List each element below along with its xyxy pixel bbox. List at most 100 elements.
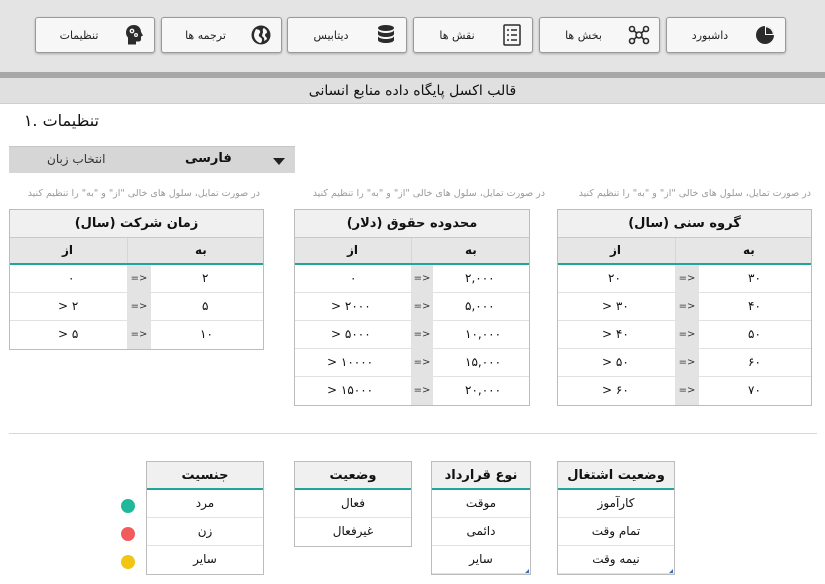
to-cell[interactable]: ۱۰,۰۰۰ [465,327,501,341]
table-title: وضعیت اشتغال [558,462,674,490]
section-title: تنظیمات .۱ [23,111,99,130]
list-item[interactable]: تمام وقت [558,518,674,546]
nav-button-sections[interactable]: بخش ها [539,17,660,53]
list-item[interactable]: نیمه وقت [558,546,674,574]
list-item[interactable]: سایر [432,546,530,574]
resize-handle-icon[interactable] [669,569,673,573]
dropdown-arrow-icon[interactable] [273,158,285,165]
checklist-icon [500,23,524,47]
female-color-dot [121,527,135,541]
to-cell[interactable]: ۴۰ [748,299,761,313]
from-cell[interactable]: > ۵۰۰۰ [331,327,371,341]
from-cell[interactable]: > ۱۰۰۰۰ [327,355,373,369]
language-value[interactable]: فارسی [185,151,232,166]
section-divider [9,433,817,434]
table-title: جنسیت [147,462,263,490]
to-cell[interactable]: ۲۰,۰۰۰ [465,383,501,397]
table-title: نوع قرارداد [432,462,530,490]
head-gears-icon [122,23,146,47]
from-cell[interactable]: ۰ [68,271,74,285]
list-item[interactable]: کارآموز [558,490,674,518]
nav-button-roles[interactable]: نقش ها [413,17,533,53]
table-title: محدوده حقوق (دلار) [295,210,529,238]
list-item[interactable]: موقت [432,490,530,518]
page-title: قالب اکسل پایگاه داده منابع انسانی [0,78,825,104]
to-cell[interactable]: ۲,۰۰۰ [465,271,495,285]
nav-button-label: بخش ها [565,28,602,42]
to-cell[interactable]: ۵۰ [748,327,761,341]
table-row: ۳۰ => ۲۰ [558,265,811,293]
database-icon [374,23,398,47]
table-row: ۵ => > ۲ [10,293,263,321]
pie-chart-icon [753,23,777,47]
gender-table: جنسیت مرد زن سایر [146,461,264,575]
top-navbar: داشبورد بخش ها نقش ها دیتابیس ترجمه ها ت… [0,0,825,72]
list-item[interactable]: زن [147,518,263,546]
to-cell[interactable]: ۶۰ [748,355,761,369]
from-cell[interactable]: ۰ [350,271,356,285]
from-cell[interactable]: > ۳۰ [602,299,629,313]
list-item[interactable]: سایر [147,546,263,574]
table-row: ۶۰ => > ۵۰ [558,349,811,377]
table-title: گروه سنی (سال) [558,210,811,238]
table-row: ۱۰ => > ۵ [10,321,263,349]
from-cell[interactable]: > ۶۰ [602,383,629,397]
from-header: از [347,243,359,257]
nav-button-label: تنظیمات [59,28,99,42]
from-cell[interactable]: > ۵ [58,327,78,341]
to-cell[interactable]: ۵ [202,299,208,313]
operator-cell: => [127,293,151,320]
app-root: داشبورد بخش ها نقش ها دیتابیس ترجمه ها ت… [0,0,825,584]
operator-cell: => [675,321,699,348]
table-row: ۲ => ۰ [10,265,263,293]
from-cell[interactable]: ۲۰ [608,271,621,285]
nav-button-label: داشبورد [691,28,729,42]
table-row: ۵,۰۰۰ => > ۲۰۰۰ [295,293,529,321]
from-cell[interactable]: > ۱۵۰۰۰ [327,383,373,397]
age-table-note: در صورت تمایل، سلول های خالی "از" و "به"… [578,188,811,199]
operator-cell: => [127,321,151,349]
table-row: ۴۰ => > ۳۰ [558,293,811,321]
table-title: وضعیت [295,462,411,490]
to-cell[interactable]: ۷۰ [748,383,761,397]
table-subheader: به از [558,238,811,265]
list-item[interactable]: غیرفعال [295,518,411,546]
operator-cell: => [127,265,151,292]
table-subheader: به از [10,238,263,265]
contract-type-table: نوع قرارداد موقت دائمی سایر [431,461,531,575]
operator-cell: => [675,293,699,320]
other-color-dot [121,555,135,569]
salary-range-table: محدوده حقوق (دلار) به از ۲,۰۰۰ => ۰ ۵,۰۰… [294,209,530,406]
to-cell[interactable]: ۵,۰۰۰ [465,299,495,313]
nav-button-database[interactable]: دیتابیس [287,17,407,53]
language-selector[interactable]: انتخاب زبان فارسی [9,146,295,173]
operator-cell: => [411,349,433,376]
to-header: به [743,243,755,257]
to-cell[interactable]: ۲ [202,271,208,285]
nav-button-translations[interactable]: ترجمه ها [161,17,282,53]
column-divider [675,238,676,263]
to-cell[interactable]: ۱۰ [200,327,213,341]
language-label: انتخاب زبان [47,152,106,166]
nav-button-dashboard[interactable]: داشبورد [666,17,786,53]
to-cell[interactable]: ۱۵,۰۰۰ [465,355,501,369]
employment-status-table: وضعیت اشتغال کارآموز تمام وقت نیمه وقت [557,461,675,575]
to-cell[interactable]: ۳۰ [748,271,761,285]
from-cell[interactable]: > ۴۰ [602,327,629,341]
table-row: ۷۰ => > ۶۰ [558,377,811,405]
to-header: به [465,243,477,257]
resize-handle-icon[interactable] [525,569,529,573]
table-row: ۲۰,۰۰۰ => > ۱۵۰۰۰ [295,377,529,405]
list-item[interactable]: دائمی [432,518,530,546]
from-cell[interactable]: > ۵۰ [602,355,629,369]
table-title: زمان شرکت (سال) [10,210,263,238]
from-cell[interactable]: > ۲۰۰۰ [331,299,371,313]
age-group-table: گروه سنی (سال) به از ۳۰ => ۲۰ ۴۰ => > ۳۰… [557,209,812,406]
nav-button-label: دیتابیس [313,28,349,42]
list-item[interactable]: فعال [295,490,411,518]
list-item[interactable]: مرد [147,490,263,518]
from-cell[interactable]: > ۲ [58,299,78,313]
table-subheader: به از [295,238,529,265]
nav-button-settings[interactable]: تنظیمات [35,17,155,53]
table-row: ۱۰,۰۰۰ => > ۵۰۰۰ [295,321,529,349]
